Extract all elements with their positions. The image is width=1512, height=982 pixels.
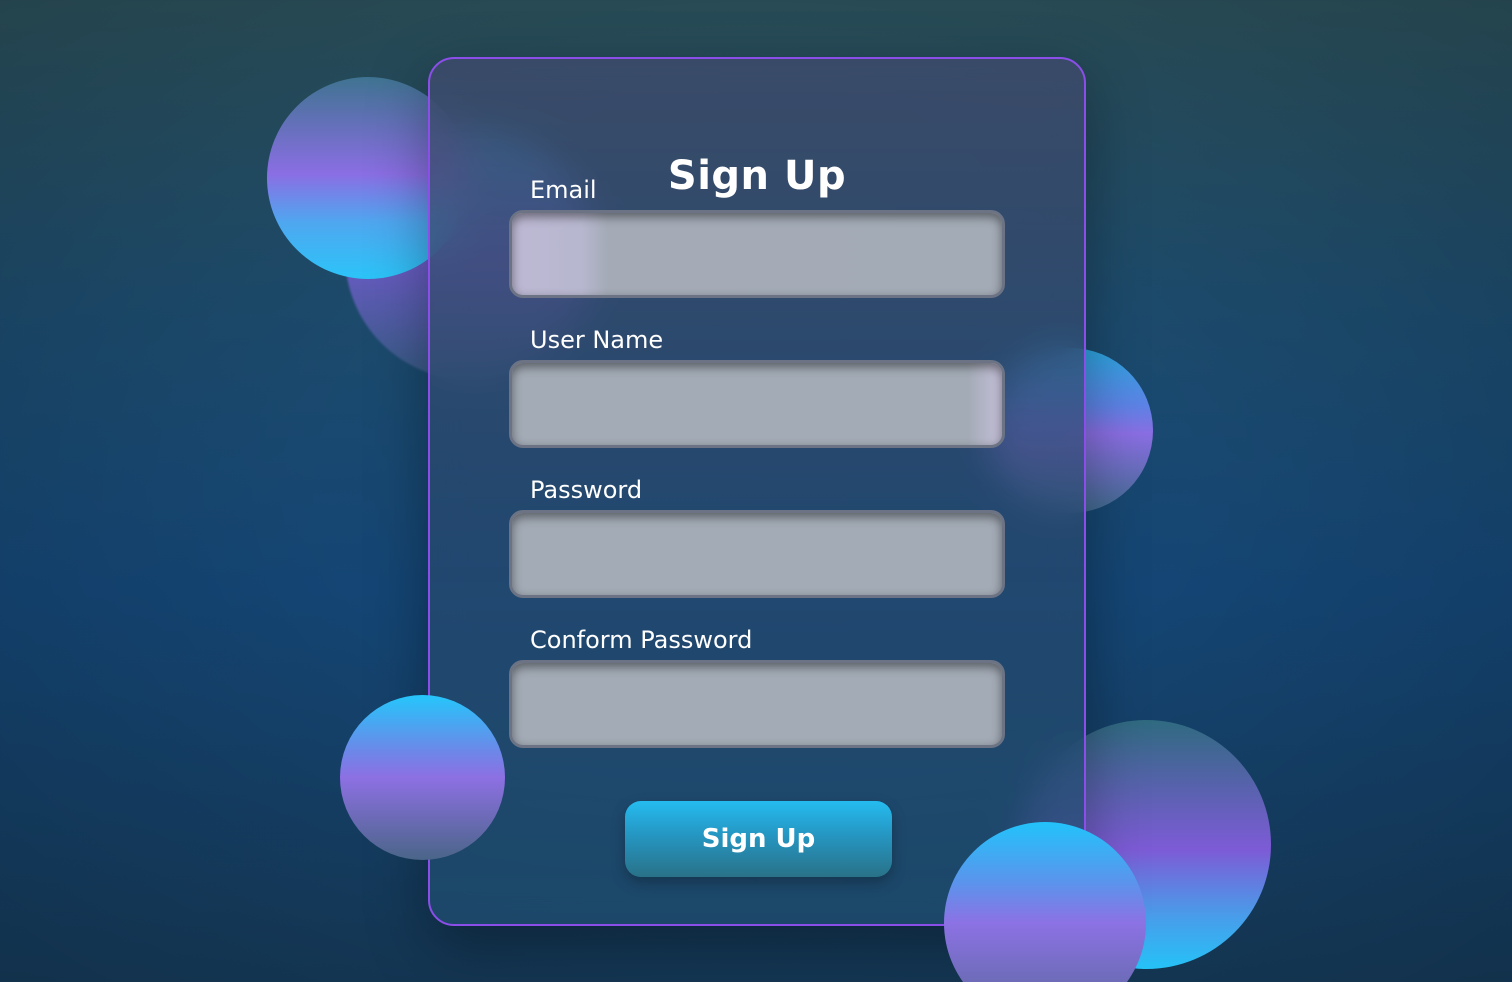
decorative-orb (340, 695, 505, 860)
sign-up-button[interactable]: Sign Up (625, 801, 892, 877)
signup-card: Sign Up Email User Name Password Conform… (428, 57, 1086, 926)
email-label: Email (530, 176, 597, 204)
password-field[interactable] (509, 510, 1005, 598)
username-field[interactable] (509, 360, 1005, 448)
password-label: Password (530, 476, 643, 504)
username-label: User Name (530, 326, 664, 354)
form-title: Sign Up (667, 153, 847, 199)
confirm-password-field[interactable] (509, 660, 1005, 748)
confirm-password-label: Conform Password (530, 626, 753, 654)
email-field[interactable] (509, 210, 1005, 298)
